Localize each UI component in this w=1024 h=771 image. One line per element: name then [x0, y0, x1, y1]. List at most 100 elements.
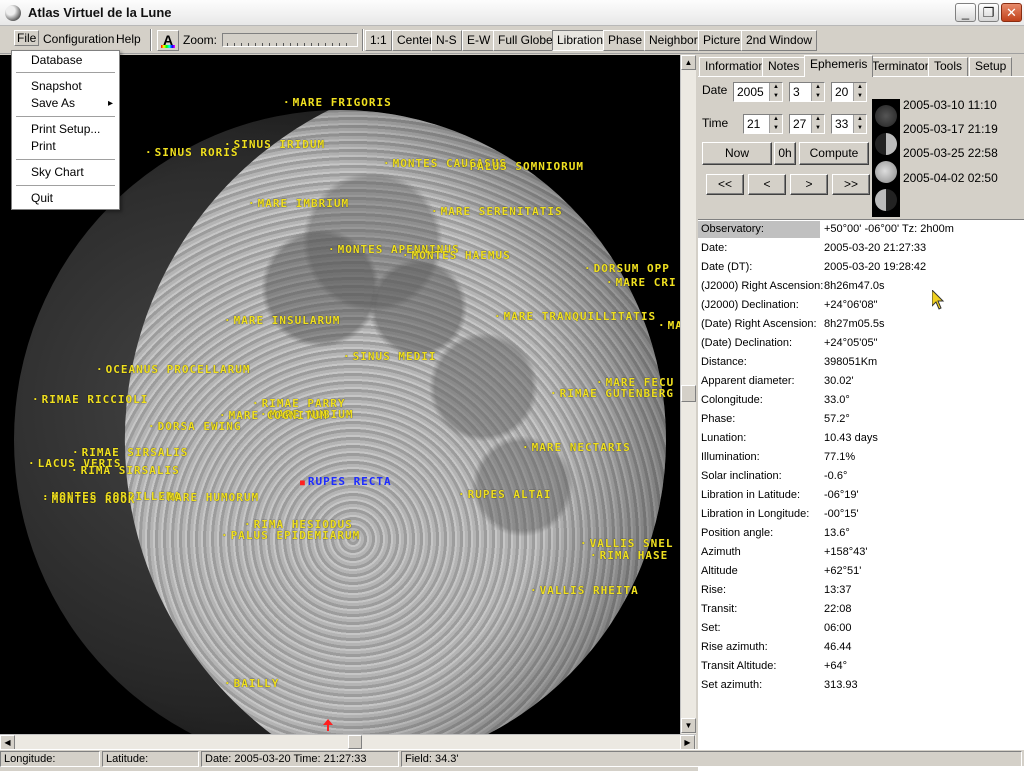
- feature-label[interactable]: RIMA SIRSALIS: [71, 464, 180, 477]
- scroll-left-icon[interactable]: ◀: [0, 735, 15, 750]
- month-stepper[interactable]: 3 ▲ ▼: [789, 82, 825, 102]
- vertical-scroll-thumb[interactable]: [681, 385, 696, 402]
- zoom-slider[interactable]: [222, 33, 358, 47]
- menu-configuration[interactable]: Configuration: [43, 32, 114, 46]
- fast-backward-button[interactable]: <<: [706, 174, 744, 195]
- scroll-down-icon[interactable]: ▼: [681, 718, 696, 733]
- feature-label[interactable]: MONTES HAEMUS: [402, 249, 511, 262]
- feature-label[interactable]: MARE FRIGORIS: [283, 96, 392, 109]
- tab-information[interactable]: Information: [699, 57, 772, 76]
- feature-label[interactable]: RIMA HASE: [590, 549, 668, 562]
- east-west-button[interactable]: E-W: [462, 30, 496, 51]
- table-row[interactable]: Rise azimuth: 46.44: [698, 638, 1024, 657]
- table-row[interactable]: Altitude +62°51': [698, 562, 1024, 581]
- feature-label[interactable]: MARE CRI: [606, 276, 677, 289]
- menu-file[interactable]: File: [14, 30, 40, 46]
- table-row[interactable]: Phase: 57.2°: [698, 410, 1024, 429]
- feature-label[interactable]: PALUS SOMNIORUM: [460, 160, 584, 173]
- picture-button[interactable]: Picture: [698, 30, 746, 51]
- table-row[interactable]: Libration in Longitude: -00°15': [698, 505, 1024, 524]
- minute-stepper[interactable]: 27 ▲ ▼: [789, 114, 825, 134]
- scroll-right-icon[interactable]: ▶: [680, 735, 695, 750]
- table-row[interactable]: Set: 06:00: [698, 619, 1024, 638]
- table-row[interactable]: (J2000) Right Ascension: 8h26m47.0s: [698, 277, 1024, 296]
- feature-label[interactable]: BAILLY: [224, 677, 279, 690]
- day-stepper[interactable]: 20 ▲ ▼: [831, 82, 867, 102]
- map-vertical-scrollbar[interactable]: ▲ ▼: [680, 55, 696, 734]
- full-globe-button[interactable]: Full Globe: [493, 30, 558, 51]
- feature-label[interactable]: PALUS EPIDEMIARUM: [221, 529, 360, 542]
- table-row[interactable]: Transit Altitude: +64°: [698, 657, 1024, 676]
- feature-label[interactable]: MA: [658, 319, 680, 332]
- zero-hour-button[interactable]: 0h: [774, 142, 796, 165]
- feature-label[interactable]: SINUS IRIDUM: [224, 138, 325, 151]
- menu-item-sky-chart[interactable]: Sky Chart: [12, 164, 119, 181]
- table-row[interactable]: Libration in Latitude: -06°19': [698, 486, 1024, 505]
- year-stepper[interactable]: 2005 ▲ ▼: [733, 82, 783, 102]
- feature-label[interactable]: DORSUM OPP: [584, 262, 670, 275]
- map-horizontal-scrollbar[interactable]: ◀ ▶: [0, 734, 696, 750]
- feature-label[interactable]: MARE NECTARIS: [522, 441, 631, 454]
- tab-tools[interactable]: Tools: [928, 57, 969, 76]
- feature-label[interactable]: MONTES ROOK: [42, 493, 135, 506]
- table-row[interactable]: Distance: 398051Km: [698, 353, 1024, 372]
- scroll-up-icon[interactable]: ▲: [681, 55, 696, 70]
- table-row[interactable]: Solar inclination: -0.6°: [698, 467, 1024, 486]
- north-south-button[interactable]: N-S: [431, 30, 462, 51]
- feature-label[interactable]: RUPES ALTAI: [458, 488, 551, 501]
- tab-terminator[interactable]: Terminator: [866, 57, 935, 76]
- table-row[interactable]: Rise: 13:37: [698, 581, 1024, 600]
- close-button[interactable]: ✕: [1001, 3, 1022, 22]
- backward-button[interactable]: <: [748, 174, 786, 195]
- table-row[interactable]: Lunation: 10.43 days: [698, 429, 1024, 448]
- menu-item-quit[interactable]: Quit: [12, 190, 119, 207]
- tab-setup[interactable]: Setup: [969, 57, 1013, 76]
- feature-label[interactable]: SINUS MEDII: [343, 350, 436, 363]
- menu-item-snapshot[interactable]: Snapshot: [12, 78, 119, 95]
- minimize-button[interactable]: _: [955, 3, 976, 22]
- tab-notes[interactable]: Notes: [762, 57, 806, 76]
- menu-help[interactable]: Help: [116, 32, 141, 46]
- table-row[interactable]: (Date) Declination: +24°05'05": [698, 334, 1024, 353]
- feature-label[interactable]: MARE INSULARUM: [224, 314, 340, 327]
- one-to-one-button[interactable]: 1:1: [365, 30, 392, 51]
- tab-ephemeris[interactable]: Ephemeris: [804, 55, 874, 77]
- table-row[interactable]: Date (DT): 2005-03-20 19:28:42: [698, 258, 1024, 277]
- label-color-icon[interactable]: A: [157, 30, 179, 51]
- menu-item-print-setup[interactable]: Print Setup...: [12, 121, 119, 138]
- feature-label[interactable]: MARE IMBRIUM: [248, 197, 349, 210]
- menu-item-print[interactable]: Print: [12, 138, 119, 155]
- feature-label[interactable]: MARE TRANQUILLITATIS: [494, 310, 656, 323]
- feature-label[interactable]: MARE SERENITATIS: [431, 205, 563, 218]
- table-row[interactable]: Observatory: +50°00' -06°00' Tz: 2h00m: [698, 220, 1024, 239]
- table-row[interactable]: Colongitude: 33.0°: [698, 391, 1024, 410]
- hour-stepper[interactable]: 21 ▲ ▼: [743, 114, 783, 134]
- feature-label[interactable]: RIMAE GUTENBERG: [550, 387, 674, 400]
- forward-button[interactable]: >: [790, 174, 828, 195]
- feature-label[interactable]: MARE HUMORUM: [158, 491, 259, 504]
- feature-label[interactable]: VALLIS RHEITA: [530, 584, 639, 597]
- compute-button[interactable]: Compute: [799, 142, 869, 165]
- now-button[interactable]: Now: [702, 142, 772, 165]
- menu-item-database[interactable]: Database: [12, 52, 119, 69]
- rupes-recta-highlight[interactable]: RUPES RECTA: [300, 475, 392, 488]
- table-row[interactable]: Transit: 22:08: [698, 600, 1024, 619]
- phase-button[interactable]: Phase: [603, 30, 648, 51]
- fast-forward-button[interactable]: >>: [832, 174, 870, 195]
- table-row[interactable]: Date: 2005-03-20 21:27:33: [698, 239, 1024, 258]
- table-row[interactable]: Illumination: 77.1%: [698, 448, 1024, 467]
- libration-button[interactable]: Libration: [552, 30, 609, 51]
- table-row[interactable]: Azimuth +158°43': [698, 543, 1024, 562]
- second-window-button[interactable]: 2nd Window: [741, 30, 818, 51]
- second-stepper[interactable]: 33 ▲ ▼: [831, 114, 867, 134]
- table-row[interactable]: (Date) Right Ascension: 8h27m05.5s: [698, 315, 1024, 334]
- feature-label[interactable]: OCEANUS PROCELLARUM: [96, 363, 250, 376]
- feature-label[interactable]: DORSA EWING: [148, 420, 241, 433]
- maximize-button[interactable]: ❐: [978, 3, 999, 22]
- table-row[interactable]: Apparent diameter: 30.02': [698, 372, 1024, 391]
- table-row[interactable]: (J2000) Declination: +24°06'08": [698, 296, 1024, 315]
- feature-label[interactable]: RIMAE RICCIOLI: [32, 393, 148, 406]
- neighbor-button[interactable]: Neighbor: [644, 30, 703, 51]
- table-row[interactable]: Position angle: 13.6°: [698, 524, 1024, 543]
- feature-label[interactable]: SINUS RORIS: [145, 146, 238, 159]
